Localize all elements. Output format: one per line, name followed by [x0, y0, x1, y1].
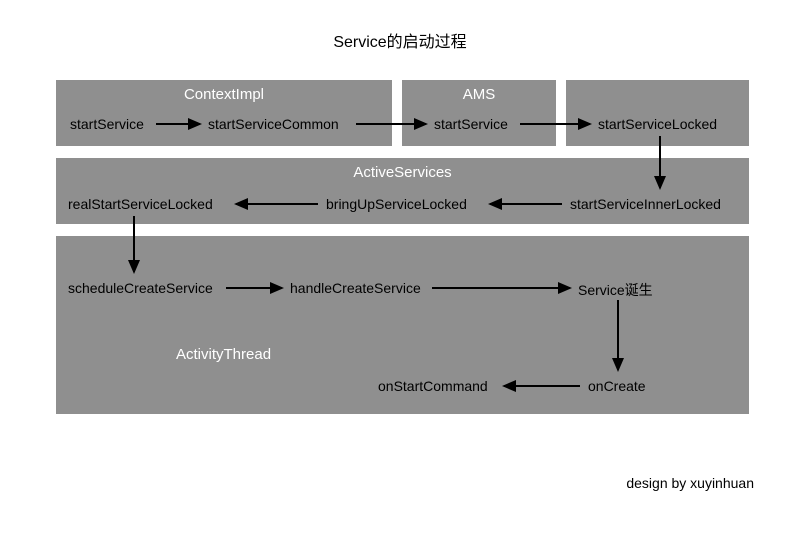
node-schedulecreateservice: scheduleCreateService	[68, 280, 213, 296]
node-onstartcommand: onStartCommand	[378, 378, 488, 394]
box-label-ams: AMS	[463, 86, 496, 103]
node-startservice-1: startService	[70, 116, 144, 132]
box-label-activeservices: ActiveServices	[353, 164, 451, 181]
node-handlecreateservice: handleCreateService	[290, 280, 421, 296]
box-label-activitythread: ActivityThread	[176, 346, 271, 363]
credit-text: design by xuyinhuan	[626, 475, 754, 491]
node-startservicecommon: startServiceCommon	[208, 116, 339, 132]
box-activeservices: ActiveServices	[56, 158, 749, 224]
diagram-title: Service的启动过程	[0, 0, 800, 52]
box-ams: AMS	[402, 80, 556, 146]
box-label-contextimpl: ContextImpl	[184, 86, 264, 103]
node-startserviceinnerlocked: startServiceInnerLocked	[570, 196, 721, 212]
node-realstartservicelocked: realStartServiceLocked	[68, 196, 213, 212]
node-startservice-2: startService	[434, 116, 508, 132]
box-rightstrip	[566, 80, 749, 146]
box-contextimpl: ContextImpl	[56, 80, 392, 146]
node-bringupservicelocked: bringUpServiceLocked	[326, 196, 467, 212]
node-serviceborn: Service诞生	[578, 280, 653, 300]
node-oncreate: onCreate	[588, 378, 646, 394]
node-startservicelocked: startServiceLocked	[598, 116, 717, 132]
